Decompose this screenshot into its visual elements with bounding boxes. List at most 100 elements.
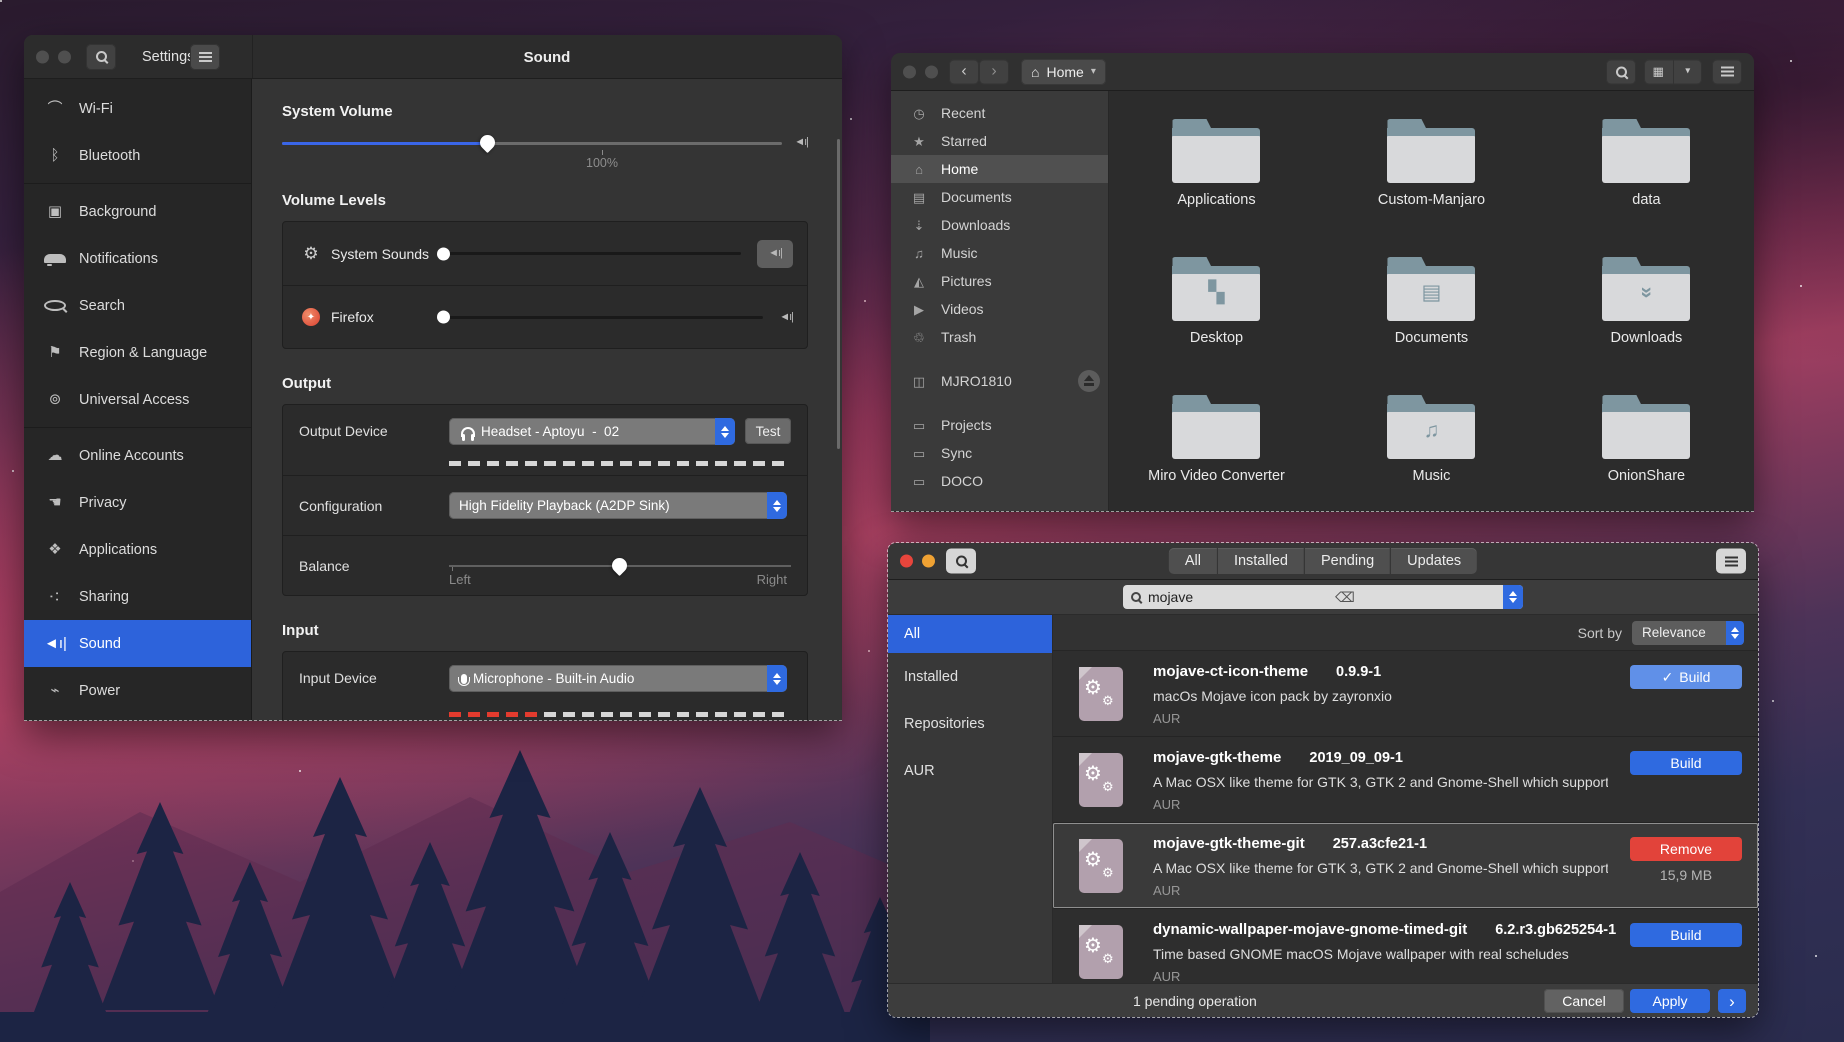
folder-miro-video-converter[interactable]: Miro Video Converter <box>1109 383 1324 512</box>
scrollbar[interactable] <box>837 139 840 449</box>
package-row-dynamic-wallpaper-mojave-gnome-timed-git[interactable]: ⚙⚙dynamic-wallpaper-mojave-gnome-timed-g… <box>1053 909 1758 983</box>
mute-button[interactable]: ◄ı| <box>757 240 793 268</box>
sidebar-item-sync[interactable]: ▭Sync <box>891 439 1108 467</box>
sidebar-item-applications[interactable]: ❖Applications <box>24 526 251 573</box>
sidebar-item-bluetooth[interactable]: ᛒBluetooth <box>24 132 251 179</box>
folder-data[interactable]: data <box>1539 107 1754 245</box>
minimize-button[interactable] <box>922 555 935 568</box>
folder-custom-manjaro[interactable]: Custom-Manjaro <box>1324 107 1539 245</box>
package-row-mojave-gtk-theme[interactable]: ⚙⚙mojave-gtk-theme2019_09_09-1A Mac OSX … <box>1053 737 1758 823</box>
sidebar-item-mjro1810[interactable]: ◫MJRO1810 <box>891 367 1108 395</box>
sidebar-item-sharing[interactable]: ∴Sharing <box>24 573 251 620</box>
search-button[interactable] <box>1606 59 1636 84</box>
window-control-button[interactable] <box>36 50 49 63</box>
sidebar-item-background[interactable]: ▣Background <box>24 188 251 235</box>
tab-updates[interactable]: Updates <box>1391 548 1477 574</box>
system-volume-slider[interactable]: ◄ı| <box>282 132 808 154</box>
cancel-button[interactable]: Cancel <box>1544 989 1624 1013</box>
configuration-dropdown[interactable]: High Fidelity Playback (A2DP Sink) <box>449 492 787 519</box>
filter-item-repositories[interactable]: Repositories <box>888 700 1052 747</box>
folder-label: Music <box>1413 468 1451 484</box>
eject-button[interactable] <box>1078 370 1100 392</box>
search-input[interactable]: mojave ⌫ <box>1123 585 1523 609</box>
sidebar-item-projects[interactable]: ▭Projects <box>891 411 1108 439</box>
folder-applications[interactable]: Applications <box>1109 107 1324 245</box>
sidebar-item-doco[interactable]: ▭DOCO <box>891 467 1108 495</box>
menu-button[interactable] <box>1712 59 1742 84</box>
view-dropdown-button[interactable]: ▾ <box>1673 59 1703 84</box>
menu-button[interactable] <box>1716 549 1746 574</box>
search-stepper-icon[interactable] <box>1503 585 1523 609</box>
test-button[interactable]: Test <box>745 418 791 444</box>
sidebar-item-home[interactable]: ⌂Home <box>891 155 1108 183</box>
sidebar-item-music[interactable]: ♫Music <box>891 239 1108 267</box>
folder-downloads[interactable]: »Downloads <box>1539 245 1754 383</box>
folder-desktop[interactable]: ▚Desktop <box>1109 245 1324 383</box>
next-page-button[interactable]: › <box>1718 989 1746 1013</box>
app-volume-slider[interactable] <box>439 316 763 319</box>
build-button[interactable]: ✓Build <box>1630 665 1742 689</box>
sidebar-item-region-language[interactable]: ⚑Region & Language <box>24 329 251 376</box>
home-icon: ⌂ <box>907 163 931 176</box>
sidebar-item-recent[interactable]: ◷Recent <box>891 99 1108 127</box>
clear-search-icon[interactable]: ⌫ <box>1335 590 1361 604</box>
search-icon <box>44 300 66 311</box>
package-list: ⚙⚙mojave-ct-icon-theme0.9.9-1macOs Mojav… <box>1053 651 1758 983</box>
apply-button[interactable]: Apply <box>1630 989 1710 1013</box>
sidebar-item-notifications[interactable]: Notifications <box>24 235 251 282</box>
sidebar-item-search[interactable]: Search <box>24 282 251 329</box>
tab-pending[interactable]: Pending <box>1305 548 1391 574</box>
window-control-button[interactable] <box>925 65 938 78</box>
slider-track[interactable] <box>282 142 782 145</box>
sidebar-item-trash[interactable]: ♲Trash <box>891 323 1108 351</box>
path-button[interactable]: ⌂ Home ▾ <box>1021 59 1106 85</box>
input-device-dropdown[interactable]: Microphone - Built-in Audio <box>449 665 787 692</box>
sidebar-item-starred[interactable]: ★Starred <box>891 127 1108 155</box>
balance-slider[interactable] <box>449 565 791 567</box>
tab-installed[interactable]: Installed <box>1218 548 1305 574</box>
slider-handle[interactable] <box>477 132 498 153</box>
package-row-mojave-gtk-theme-git[interactable]: ⚙⚙mojave-gtk-theme-git257.a3cfe21-1A Mac… <box>1053 823 1758 909</box>
build-button[interactable]: Build <box>1630 923 1742 947</box>
window-control-button[interactable] <box>58 50 71 63</box>
sort-dropdown[interactable]: Relevance <box>1632 621 1744 645</box>
pamac-window: AllInstalledPendingUpdates mojave ⌫ AllI… <box>888 543 1758 1017</box>
sidebar-item-pictures[interactable]: ◭Pictures <box>891 267 1108 295</box>
tab-all[interactable]: All <box>1169 548 1218 574</box>
filter-item-installed[interactable]: Installed <box>888 653 1052 700</box>
slider-knob[interactable] <box>437 311 450 324</box>
menu-button[interactable] <box>190 44 220 70</box>
slider-knob[interactable] <box>437 247 450 260</box>
build-button[interactable]: Build <box>1630 751 1742 775</box>
sidebar-item-universal-access[interactable]: ⊚Universal Access <box>24 376 251 423</box>
back-button[interactable]: ‹ <box>949 59 979 84</box>
sidebar-item-label: Documents <box>941 189 1012 205</box>
sidebar-item-sound[interactable]: ◄ı|Sound <box>24 620 251 667</box>
folder-music[interactable]: ♫Music <box>1324 383 1539 512</box>
forward-button[interactable]: › <box>979 59 1009 84</box>
sidebar-item-network[interactable]: ▤Network <box>24 714 251 720</box>
remove-button[interactable]: Remove <box>1630 837 1742 861</box>
sidebar-item-power[interactable]: ⌁Power <box>24 667 251 714</box>
filter-item-all[interactable]: All <box>888 615 1052 653</box>
sidebar-item-wi-fi[interactable]: ⌒Wi-Fi <box>24 85 251 132</box>
window-control-button[interactable] <box>903 65 916 78</box>
app-volume-slider[interactable] <box>439 252 741 255</box>
sidebar-item-videos[interactable]: ▶Videos <box>891 295 1108 323</box>
gear-icon: ⚙ <box>1102 780 1114 793</box>
sidebar-item-online-accounts[interactable]: ☁Online Accounts <box>24 432 251 479</box>
search-toggle-button[interactable] <box>946 549 976 574</box>
view-grid-button[interactable]: ▦ <box>1644 59 1673 84</box>
balance-handle[interactable] <box>609 554 630 575</box>
close-button[interactable] <box>900 555 913 568</box>
sidebar-item-downloads[interactable]: ⇣Downloads <box>891 211 1108 239</box>
package-row-mojave-ct-icon-theme[interactable]: ⚙⚙mojave-ct-icon-theme0.9.9-1macOs Mojav… <box>1053 651 1758 737</box>
filter-item-aur[interactable]: AUR <box>888 747 1052 794</box>
sidebar-item-documents[interactable]: ▤Documents <box>891 183 1108 211</box>
search-button[interactable] <box>86 44 116 70</box>
folder-documents[interactable]: ▤Documents <box>1324 245 1539 383</box>
output-device-dropdown[interactable]: Headset - Aptoyu - 02 <box>449 418 735 445</box>
package-name: mojave-gtk-theme2019_09_09-1 <box>1153 749 1403 766</box>
sidebar-item-privacy[interactable]: ☚Privacy <box>24 479 251 526</box>
folder-onionshare[interactable]: OnionShare <box>1539 383 1754 512</box>
